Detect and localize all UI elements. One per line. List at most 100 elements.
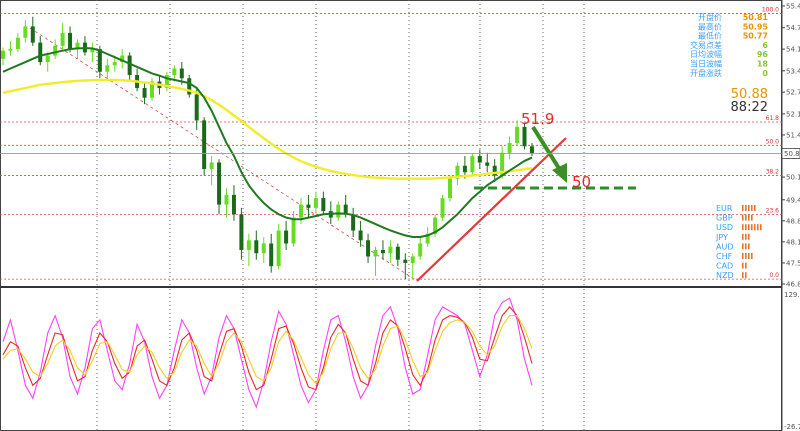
price-tick-label: 50.15	[786, 174, 800, 182]
candle	[477, 149, 482, 169]
candle	[321, 191, 326, 215]
candle-body	[53, 45, 58, 56]
strength-bar	[751, 205, 753, 211]
candle-body	[217, 162, 222, 205]
strength-bar	[745, 253, 747, 259]
currency-label: JPY	[715, 233, 728, 242]
strength-bar	[745, 262, 747, 269]
candle-body	[239, 214, 244, 250]
candle-body	[388, 246, 393, 254]
fib-level-label: 0.0	[769, 272, 779, 279]
strength-bar	[745, 224, 747, 231]
candle-body	[373, 249, 378, 257]
candle-body	[448, 178, 452, 199]
strength-bar	[745, 233, 747, 240]
candle-body	[291, 217, 296, 244]
fibonacci-levels: 100.061.850.038.223.60.0	[0, 6, 782, 280]
candle	[135, 68, 140, 92]
strength-bar	[742, 243, 744, 250]
fib-level-label: 23.6	[766, 207, 780, 214]
candle-body	[209, 162, 214, 169]
oscillator-line	[2, 315, 533, 385]
candle-body	[299, 204, 303, 218]
candle	[388, 240, 393, 263]
strength-bar	[757, 224, 759, 231]
candle	[1, 47, 5, 66]
candle	[485, 152, 490, 173]
candle-body	[358, 230, 363, 241]
strength-bar	[748, 214, 750, 221]
currency-strength-panel: EURGBPUSDJPYAUDCHFCADNZD	[715, 204, 762, 280]
info-row-value: 96	[757, 50, 769, 59]
candle	[53, 39, 58, 59]
strength-bar	[754, 224, 756, 231]
candle	[231, 185, 236, 221]
strength-bar	[742, 214, 744, 221]
candle	[164, 71, 169, 92]
candle	[187, 75, 192, 98]
price-tick-label: 52.10	[786, 110, 800, 118]
currency-label: USD	[716, 223, 733, 232]
candle-body	[254, 240, 259, 254]
candle	[269, 233, 274, 273]
candle-body	[38, 42, 43, 63]
strength-bar	[760, 224, 762, 231]
price-tick-label: 54.10	[786, 46, 800, 54]
candle	[336, 201, 341, 221]
candle	[105, 58, 110, 79]
candle	[291, 211, 296, 247]
candle-body	[142, 87, 147, 98]
candle	[127, 52, 132, 82]
candle-body	[246, 240, 251, 250]
price-grid	[96, 0, 585, 431]
strength-bar	[748, 253, 750, 259]
price-tick-label: 54.76	[786, 24, 800, 32]
candle-body	[172, 68, 177, 76]
candle-body	[321, 198, 326, 212]
current-price-marker: 50.88	[0, 148, 800, 159]
candle-body	[336, 204, 341, 218]
strength-bar	[754, 205, 756, 211]
candle-body	[366, 240, 371, 257]
candle	[276, 224, 281, 270]
candle-body	[1, 50, 5, 59]
candle	[366, 233, 371, 263]
info-row-label: 开盘价	[698, 12, 722, 22]
strength-bar	[745, 272, 747, 279]
fast-moving-average-line	[2, 47, 533, 238]
strength-bar	[742, 262, 744, 269]
candle	[410, 253, 415, 280]
candle	[38, 36, 43, 66]
candle	[358, 220, 363, 247]
candle-body	[462, 165, 467, 173]
oscillator-line	[2, 297, 533, 409]
strength-bar	[745, 214, 747, 221]
strength-bar	[745, 243, 747, 250]
candle-body	[529, 146, 534, 154]
candle-body	[112, 62, 117, 66]
candle-body	[485, 162, 490, 166]
info-row-value: 50.81	[743, 13, 769, 22]
candle	[60, 23, 65, 50]
strength-bar	[751, 214, 753, 221]
strength-bar	[742, 253, 744, 259]
candle	[515, 120, 520, 147]
candle	[209, 156, 214, 186]
candle	[142, 81, 147, 105]
candle-body	[45, 55, 50, 63]
info-row-value: 0	[762, 69, 768, 78]
info-row-value: 18	[757, 60, 769, 69]
candle-body	[477, 156, 482, 163]
candle-body	[231, 194, 236, 215]
oscillator-axis: 129.36 -26.75	[784, 291, 800, 431]
candle-body	[522, 126, 527, 147]
candle	[403, 253, 408, 280]
candle	[239, 207, 244, 260]
chart-frame	[0, 0, 783, 431]
candle	[380, 240, 385, 260]
fib-level-label: 61.8	[766, 115, 780, 122]
candle	[425, 227, 430, 247]
down-arrow	[531, 125, 567, 183]
price-tick-label: 48.80	[786, 217, 800, 225]
info-row-label: 开盘涨跌	[690, 68, 722, 78]
